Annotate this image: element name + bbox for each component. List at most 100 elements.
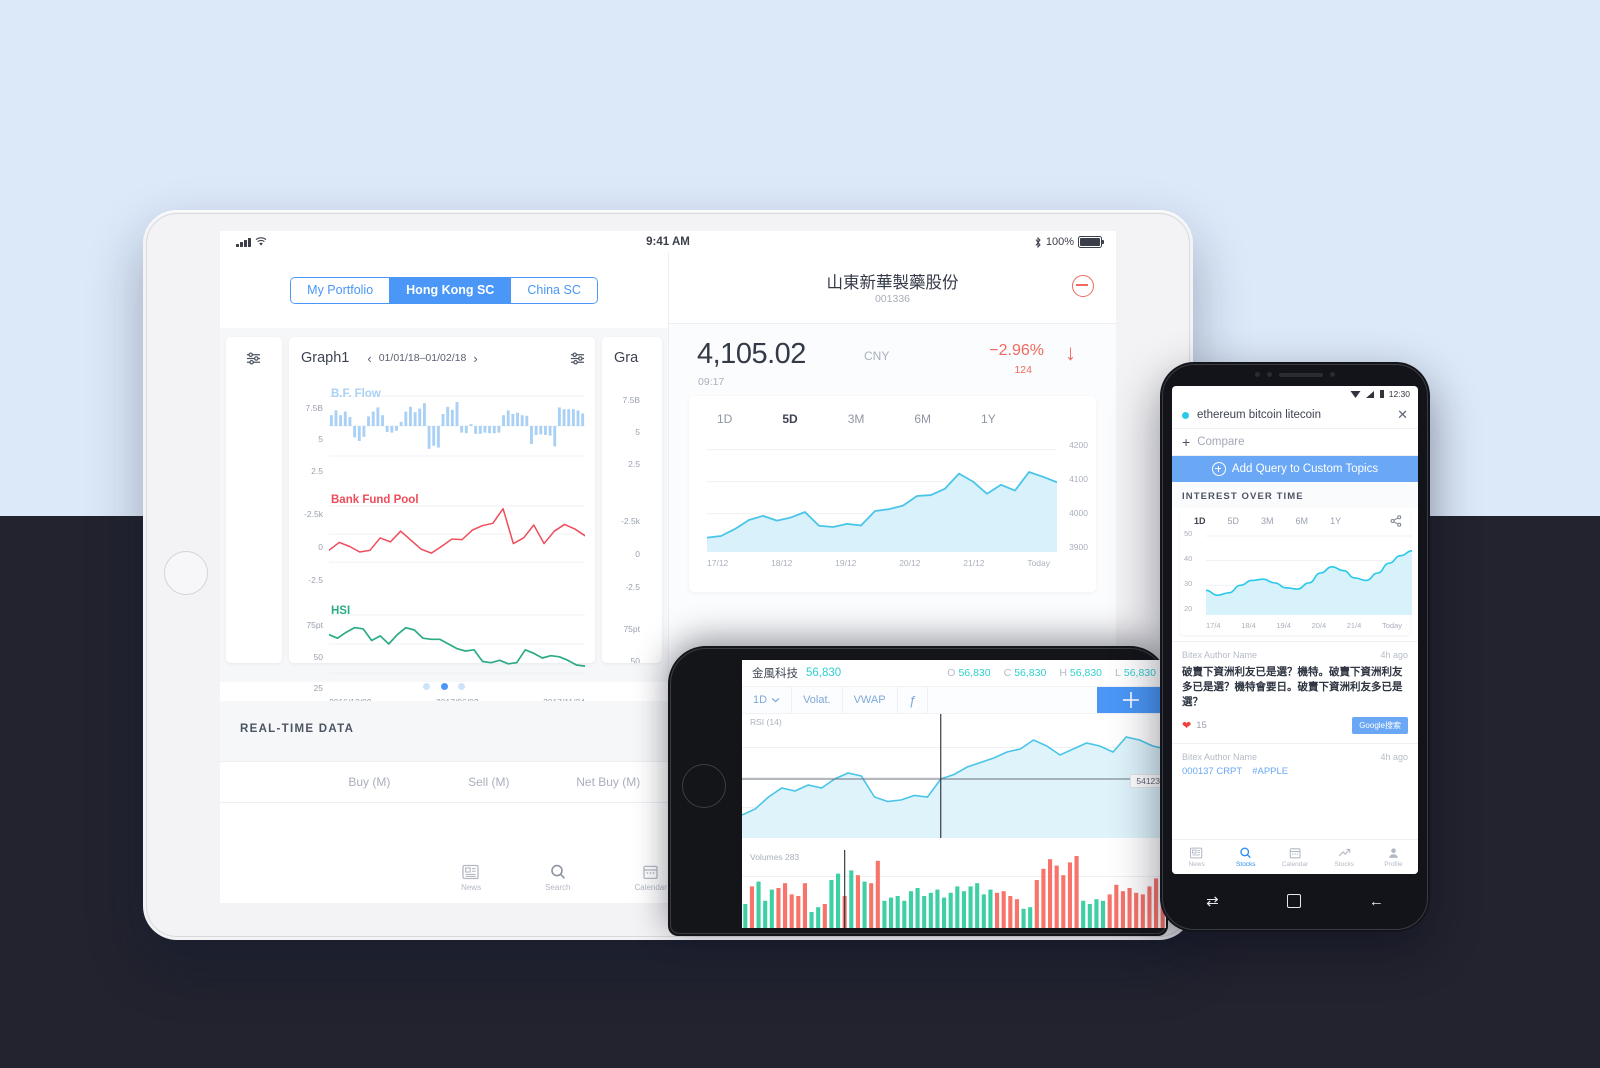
google-search-button[interactable]: Google搜索: [1352, 716, 1408, 734]
int-xtick-4: 21/4: [1346, 621, 1362, 630]
g2-ytick-5: -2.5: [625, 582, 640, 592]
news-item[interactable]: Bitex Author Name 4h ago 000137 CRPT #AP…: [1172, 742, 1418, 786]
tool-interval[interactable]: 1D: [742, 687, 793, 713]
trending-up-icon: [1338, 848, 1351, 857]
graph-cards-row: Graph1 ‹ 01/01/18–01/02/18 › B.F. Flow 7…: [220, 328, 668, 707]
nav-profile[interactable]: Profile: [1369, 840, 1418, 874]
tool-volatility[interactable]: Volat.: [792, 687, 843, 713]
phone-volume-plot: [742, 850, 1166, 928]
realtime-data-section: REAL-TIME DATA Buy (M) Sell (M) Net Buy …: [220, 701, 668, 803]
tab-search[interactable]: Search: [545, 863, 570, 892]
segment-my-portfolio[interactable]: My Portfolio: [291, 278, 390, 303]
and-timeframe-1d[interactable]: 1D: [1194, 516, 1206, 526]
tablet-home-button[interactable]: [164, 551, 208, 595]
rtd-col-sell: Sell (M): [468, 775, 510, 789]
back-icon[interactable]: ←: [1369, 893, 1384, 910]
close-icon[interactable]: ✕: [1397, 407, 1408, 423]
stock-currency: CNY: [864, 349, 890, 363]
compare-row[interactable]: + Compare: [1172, 429, 1418, 456]
nav-calendar[interactable]: Calendar: [1270, 840, 1319, 874]
plus-circle-icon: [1211, 462, 1226, 476]
news-header: Bitex Author Name 4h ago: [1182, 752, 1408, 762]
page-dot-2[interactable]: [440, 683, 448, 690]
timeframe-3m[interactable]: 3M: [848, 412, 865, 426]
segment-hong-kong-sc[interactable]: Hong Kong SC: [389, 278, 511, 303]
plus-icon: +: [1182, 434, 1191, 450]
phone-volume-chart: Volumes 283: [742, 850, 1166, 928]
nav-stocks-search[interactable]: Stocks: [1221, 840, 1270, 874]
minus-circle-icon[interactable]: [1072, 275, 1094, 297]
phone-home-button[interactable]: [682, 764, 726, 808]
share-icon[interactable]: [1390, 515, 1402, 527]
timeframe-6m[interactable]: 6M: [914, 412, 931, 426]
tool-function[interactable]: ƒ: [898, 687, 928, 713]
tab-calendar-label: Calendar: [634, 882, 667, 892]
interest-plot-wrap: 50 40 30 20: [1180, 529, 1412, 621]
tool-vwap[interactable]: VWAP: [843, 687, 898, 713]
rtd-col-buy: Buy (M): [348, 775, 391, 789]
news-likes: 15: [1196, 719, 1207, 731]
add-query-button[interactable]: Add Query to Custom Topics: [1172, 456, 1418, 482]
nav-news[interactable]: News: [1172, 840, 1221, 874]
query-text[interactable]: ethereum bitcoin litecoin: [1197, 409, 1321, 421]
home-icon[interactable]: [1286, 894, 1301, 908]
phone-stock-value: 56,830: [806, 667, 842, 679]
news-item[interactable]: Bitex Author Name 4h ago 破賣下資洲利友已是選？機特。破…: [1172, 641, 1418, 743]
bf-flow-ytick-0: 7.5B: [305, 403, 324, 413]
battery-percent: 100%: [1045, 236, 1074, 248]
news-header: Bitex Author Name 4h ago: [1182, 650, 1408, 660]
stock-ytick-3: 3900: [1069, 542, 1088, 552]
nav-trending[interactable]: Stocks: [1320, 840, 1369, 874]
android-earpiece: [1160, 372, 1430, 377]
rtd-col-netbuy: Net Buy (M): [576, 775, 641, 789]
stock-xaxis: 17/12 18/12 19/12 20/12 21/12 Today: [707, 558, 1050, 568]
g2-ytick-7: 50: [630, 656, 640, 663]
bfp-ytick-0: -2.5k: [304, 509, 323, 519]
chevron-down-icon: [771, 697, 780, 703]
tab-calendar[interactable]: Calendar: [634, 863, 667, 892]
bank-fund-pool-title: Bank Fund Pool: [331, 494, 419, 506]
bluetooth-icon: [1035, 236, 1041, 248]
chevron-left-icon[interactable]: ‹: [367, 352, 371, 365]
stock-name: 山東新華製藥股份: [826, 274, 959, 292]
tablet-status-bar: 9:41 AM 100%: [220, 231, 1116, 253]
sensor-dot-2: [1267, 372, 1272, 377]
recents-icon[interactable]: ⇄: [1206, 892, 1219, 910]
news-tag-ticker[interactable]: 000137 CRPT: [1182, 766, 1242, 777]
and-timeframe-6m[interactable]: 6M: [1296, 516, 1309, 526]
ohlc-close-key: C: [1003, 667, 1012, 679]
news-tag-hash[interactable]: #APPLE: [1252, 766, 1288, 777]
stock-time: 09:17: [698, 376, 725, 388]
stock-area-plot: [707, 449, 1057, 552]
chevron-right-icon[interactable]: ›: [473, 352, 477, 365]
card-settings-icon[interactable]: [570, 351, 585, 366]
page-indicator[interactable]: [220, 677, 668, 695]
tab-news[interactable]: News: [461, 863, 481, 892]
page-dot-3[interactable]: [457, 683, 465, 690]
realtime-heading: REAL-TIME DATA: [240, 723, 355, 735]
wifi-icon: [1350, 390, 1361, 398]
compare-label: Compare: [1197, 436, 1245, 448]
timeframe-1y[interactable]: 1Y: [981, 412, 996, 426]
stock-xtick-1: 18/12: [771, 558, 793, 568]
and-timeframe-5d[interactable]: 5D: [1228, 516, 1240, 526]
bfp-ytick-1: 0: [318, 542, 323, 552]
screenshot-canvas: 9:41 AM 100% 山東新華製藥 山東新華 My Portf: [0, 0, 1600, 1068]
timeframe-1d[interactable]: 1D: [717, 412, 732, 426]
page-dot-1[interactable]: [423, 683, 431, 690]
crosshair-icon[interactable]: [1097, 687, 1166, 713]
int-xtick-2: 19/4: [1276, 621, 1291, 630]
ohlc-close-val: 56,830: [1014, 667, 1047, 679]
g2-ytick-4: 0: [635, 549, 640, 559]
tab-search-label: Search: [545, 882, 571, 892]
g2-ytick-6: 75pt: [623, 624, 640, 634]
interest-chart-card: 1D 5D 3M 6M 1Y 50 40 30 20 17/4 18/4 19/…: [1180, 508, 1412, 635]
sliders-icon[interactable]: [246, 351, 261, 366]
and-timeframe-3m[interactable]: 3M: [1261, 516, 1274, 526]
timeframe-5d[interactable]: 5D: [782, 412, 797, 426]
search-icon: [550, 864, 565, 879]
segment-china-sc[interactable]: China SC: [510, 278, 597, 303]
heart-icon[interactable]: ❤: [1182, 719, 1191, 732]
news-time: 4h ago: [1380, 650, 1408, 660]
and-timeframe-1y[interactable]: 1Y: [1330, 516, 1341, 526]
